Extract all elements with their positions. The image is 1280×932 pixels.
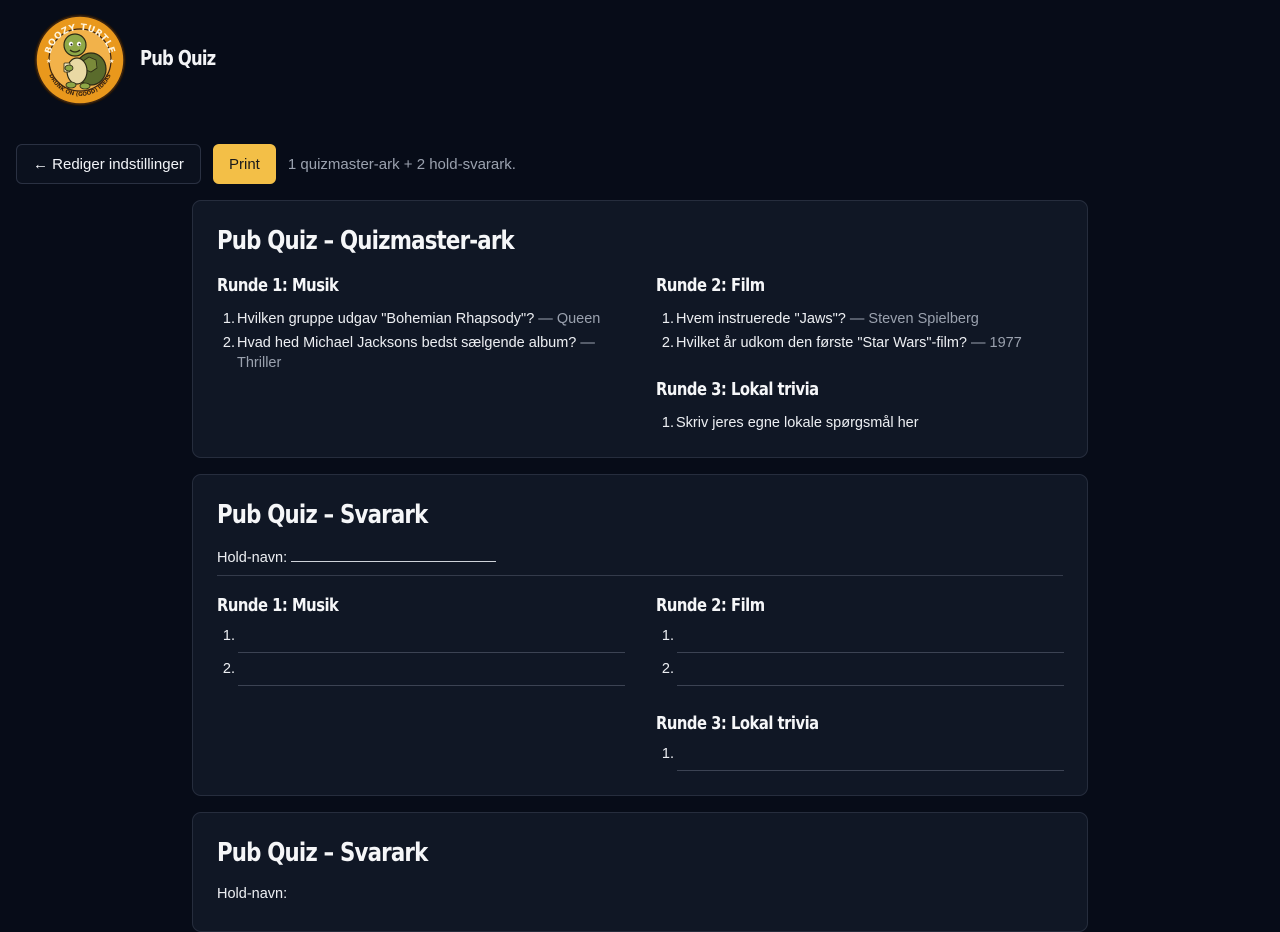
answer-text: Steven Spielberg: [868, 311, 979, 327]
round-title: Runde 3: Lokal trivia: [656, 713, 819, 734]
answer-number: 2.: [222, 661, 235, 677]
team-name-label: Hold-navn:: [217, 550, 288, 566]
question-text: Hvad hed Michael Jacksons bedst sælgende…: [237, 335, 577, 351]
print-button[interactable]: Print: [212, 144, 276, 184]
answer-text: Thriller: [237, 355, 282, 371]
answer-separator: —: [966, 335, 990, 351]
question-text: Skriv jeres egne lokale spørgsmål her: [676, 415, 919, 431]
answer-line-item[interactable]: 2.: [656, 661, 1066, 686]
answer-sheet: Pub Quiz – Svarark Hold-navn: Runde 1: M…: [192, 474, 1088, 796]
sheet-title: Pub Quiz – Svarark: [217, 838, 428, 868]
divider: [217, 575, 1063, 576]
question-number: 1.: [661, 311, 674, 327]
toolbar: ← Rediger indstillinger Print 1 quizmast…: [16, 144, 516, 184]
answer-line-item[interactable]: 1.: [656, 628, 1066, 653]
round-title: Runde 1: Musik: [217, 595, 339, 616]
answer-text: Queen: [556, 311, 601, 327]
answer-text: 1977: [989, 335, 1022, 351]
question-item: 1. Hvem instruerede "Jaws"? — Steven Spi…: [656, 309, 1056, 329]
sheet-title: Pub Quiz – Svarark: [217, 500, 428, 530]
question-text: Hvilken gruppe udgav "Bohemian Rhapsody"…: [237, 311, 535, 327]
app-title: Pub Quiz: [140, 46, 216, 70]
app-header: BOOZY TURTLE DRUNK ON (GOOD) IDEAS ★ ★ P…: [0, 0, 1280, 120]
team-name-field[interactable]: Hold-navn:: [217, 548, 497, 566]
answer-number: 1.: [222, 628, 235, 644]
round-title: Runde 1: Musik: [217, 275, 339, 296]
star-icon: ★: [46, 58, 51, 65]
star-icon: ★: [109, 58, 114, 65]
round-title: Runde 2: Film: [656, 595, 765, 616]
answer-number: 1.: [661, 746, 674, 762]
question-item: 2. Hvilket år udkom den første "Star War…: [656, 333, 1056, 353]
answer-separator: —: [534, 311, 557, 327]
sheet-title: Pub Quiz – Quizmaster-ark: [217, 226, 515, 256]
edit-settings-button[interactable]: ← Rediger indstillinger: [16, 144, 201, 184]
question-text: Hvem instruerede "Jaws"?: [676, 311, 846, 327]
question-number: 2.: [222, 335, 235, 351]
round-title: Runde 2: Film: [656, 275, 765, 296]
question-number: 1.: [222, 311, 235, 327]
answer-line: [238, 685, 625, 686]
answer-line: [238, 652, 625, 653]
answer-line-item[interactable]: 2.: [217, 661, 627, 686]
answer-line: [677, 685, 1064, 686]
question-number: 2.: [661, 335, 674, 351]
team-name-line: [291, 548, 497, 562]
question-item: 2. Hvad hed Michael Jacksons bedst sælge…: [217, 333, 617, 373]
answer-separator: —: [576, 335, 595, 351]
answer-line: [677, 770, 1064, 771]
answer-separator: —: [845, 311, 869, 327]
answer-line-item[interactable]: 1.: [656, 746, 1066, 771]
boozy-turtle-logo: BOOZY TURTLE DRUNK ON (GOOD) IDEAS ★ ★: [34, 14, 126, 106]
answer-line: [677, 652, 1064, 653]
question-number: 1.: [661, 415, 674, 431]
question-text: Hvilket år udkom den første "Star Wars"-…: [676, 335, 967, 351]
question-item: 1. Skriv jeres egne lokale spørgsmål her: [656, 413, 1056, 433]
round-title: Runde 3: Lokal trivia: [656, 379, 819, 400]
answer-line-item[interactable]: 1.: [217, 628, 627, 653]
answer-number: 2.: [661, 661, 674, 677]
quizmaster-sheet: Pub Quiz – Quizmaster-ark Runde 1: Musik…: [192, 200, 1088, 458]
sheet-count-status: 1 quizmaster-ark + 2 hold-svarark.: [287, 155, 516, 173]
question-item: 1. Hvilken gruppe udgav "Bohemian Rhapso…: [217, 309, 617, 329]
answer-number: 1.: [661, 628, 674, 644]
answer-sheet: Pub Quiz – Svarark Hold-navn:: [192, 812, 1088, 932]
